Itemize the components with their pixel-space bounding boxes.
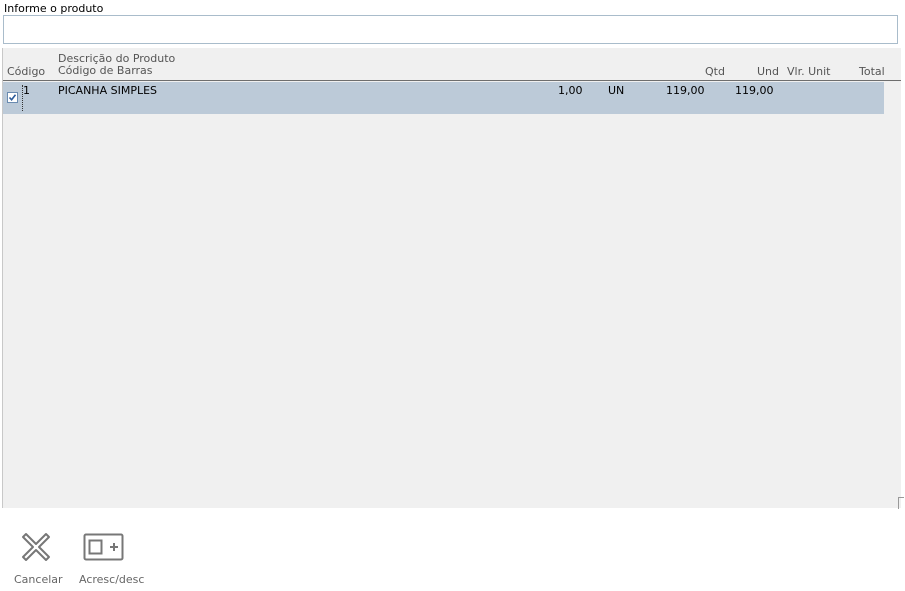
product-field-label: Informe o produto: [4, 2, 104, 15]
row-und: UN: [608, 84, 625, 97]
close-x-icon: [22, 533, 50, 561]
product-search-input[interactable]: [3, 15, 898, 44]
acresc-desc-button[interactable]: Acresc/desc: [76, 528, 144, 588]
row-codigo: 1: [23, 84, 30, 97]
row-descricao: PICANHA SIMPLES: [58, 84, 158, 97]
row-checkbox[interactable]: [7, 92, 18, 103]
cancel-button[interactable]: Cancelar: [10, 528, 63, 588]
checkmark-icon: [8, 94, 17, 102]
row-qtd: 1,00: [558, 84, 583, 97]
header-vlr-unit[interactable]: Vlr. Unit: [787, 65, 830, 78]
row-total: 119,00: [735, 84, 774, 97]
header-codigo-barras[interactable]: Código de Barras: [58, 64, 153, 77]
header-codigo[interactable]: Código: [7, 65, 45, 78]
header-total[interactable]: Total: [859, 65, 885, 78]
acresc-desc-label: Acresc/desc: [79, 573, 145, 586]
header-und[interactable]: Und: [757, 65, 779, 78]
resize-grip[interactable]: [898, 497, 904, 509]
header-qtd[interactable]: Qtd: [705, 65, 725, 78]
cancel-label: Cancelar: [14, 573, 63, 586]
grid-header: Código Descrição do Produto Código de Ba…: [3, 48, 901, 81]
product-grid[interactable]: Código Descrição do Produto Código de Ba…: [2, 48, 901, 508]
square-plus-icon: [83, 533, 124, 561]
row-vlr-unit: 119,00: [666, 84, 705, 97]
table-row[interactable]: 1 PICANHA SIMPLES 1,00 UN 119,00 119,00: [3, 82, 884, 114]
